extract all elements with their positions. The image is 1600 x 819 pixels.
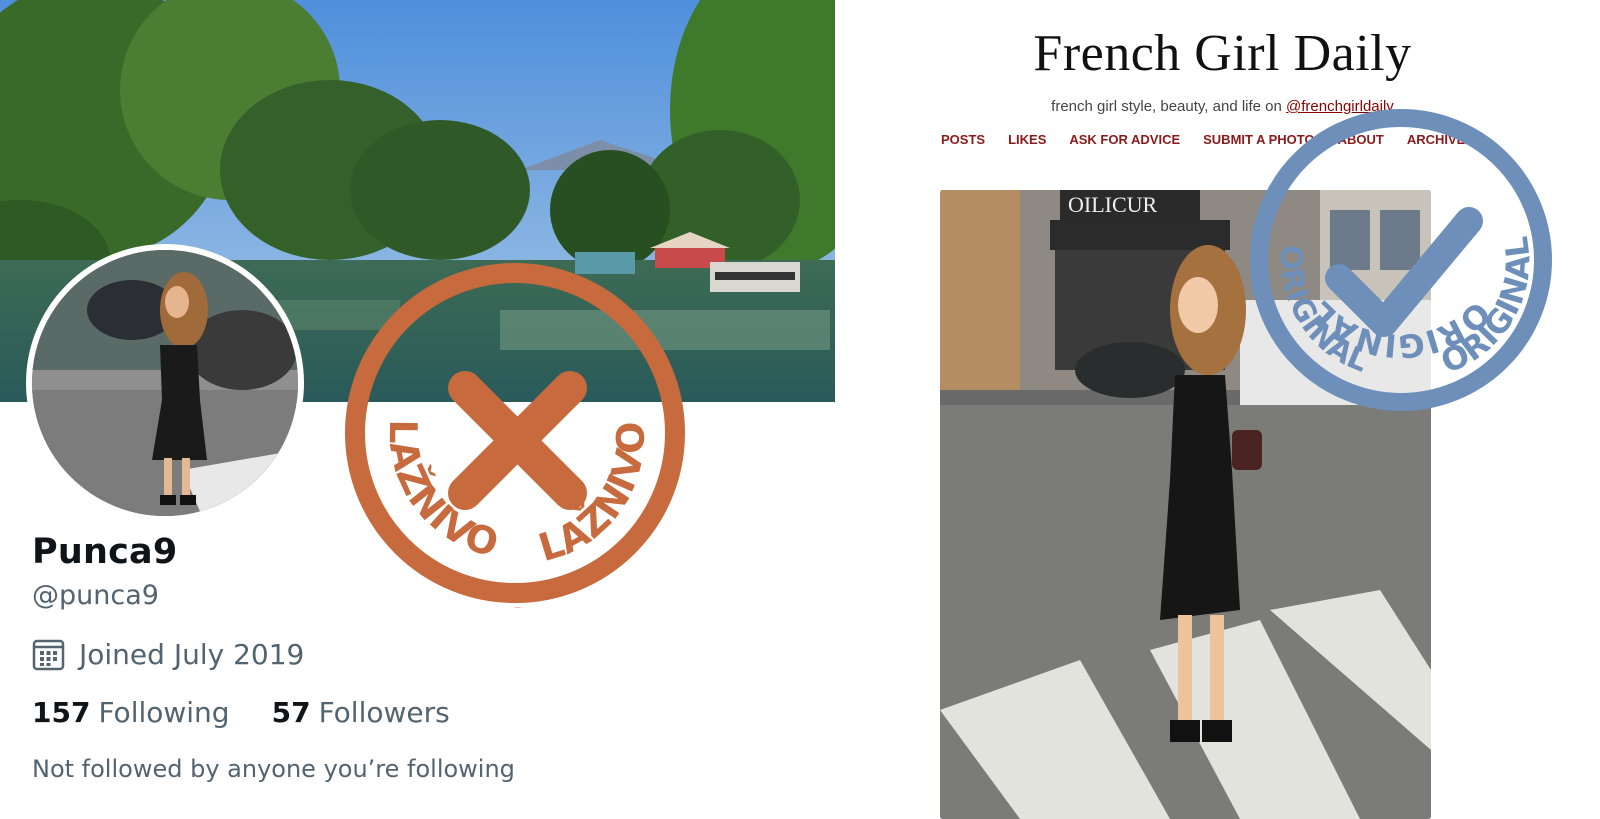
follow-stats: 157 Following 57 Followers	[32, 696, 450, 729]
following-link[interactable]: 157 Following	[32, 696, 230, 729]
nav-likes[interactable]: LIKES	[1008, 132, 1046, 147]
nav-posts[interactable]: POSTS	[941, 132, 985, 147]
blog-title[interactable]: French Girl Daily	[835, 24, 1600, 83]
not-followed-notice: Not followed by anyone you’re following	[32, 755, 515, 783]
following-count: 157	[32, 696, 91, 729]
fake-stamp: LAŽNIVO LAŽNIVO LAŽNIVO	[345, 263, 690, 608]
nav-ask-for-advice[interactable]: ASK FOR ADVICE	[1069, 132, 1180, 147]
avatar[interactable]	[26, 244, 304, 522]
fake-stamp-word-top: LAŽNIVO	[502, 599, 690, 608]
user-handle: @punca9	[32, 580, 159, 611]
original-stamp: ORIGINAL ORIGINAL ORIGINAL	[1250, 109, 1552, 411]
check-mark-icon	[1325, 207, 1483, 337]
calendar-icon	[32, 638, 65, 671]
followers-label: Followers	[318, 696, 450, 729]
storefront-sign: OILICUR	[1068, 192, 1158, 217]
joined-date-row: Joined July 2019	[32, 638, 304, 671]
followers-count: 57	[271, 696, 311, 729]
x-mark-icon	[448, 371, 587, 510]
followers-link[interactable]: 57 Followers	[272, 696, 450, 729]
joined-date: Joined July 2019	[79, 638, 305, 671]
following-label: Following	[98, 696, 230, 729]
display-name: Punca9	[32, 532, 178, 572]
